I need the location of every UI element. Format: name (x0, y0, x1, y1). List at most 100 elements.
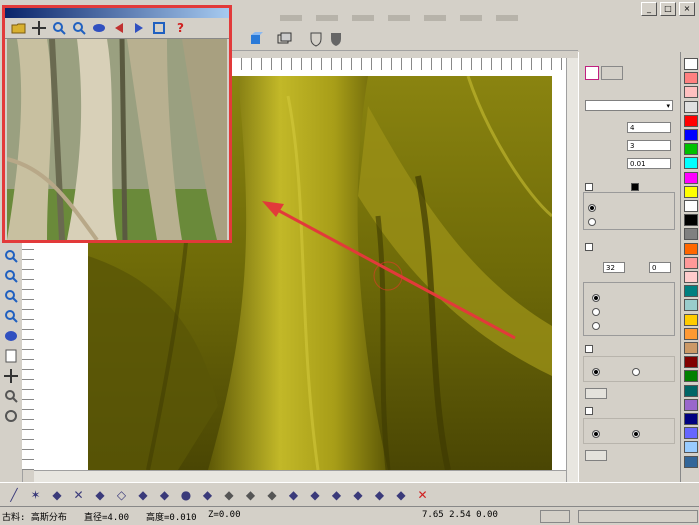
diameter-change-field[interactable] (585, 388, 607, 399)
apply-checkbox[interactable] (585, 242, 595, 251)
settings-tab[interactable] (601, 66, 623, 80)
pick2-icon[interactable]: ◆ (350, 487, 366, 503)
preview-photo (7, 39, 227, 240)
shape-checkbox[interactable] (631, 182, 641, 191)
delete-icon[interactable]: ✕ (415, 487, 431, 503)
pick-icon[interactable]: ◆ (329, 487, 345, 503)
color-swatch[interactable] (684, 413, 698, 425)
bend-icon[interactable]: ◆ (157, 487, 173, 503)
repeat-icon[interactable]: ◆ (372, 487, 388, 503)
fill2-icon[interactable]: ◆ (307, 487, 323, 503)
color-swatch[interactable] (684, 129, 698, 141)
height-field[interactable]: 0.01 (627, 158, 671, 169)
height-change-checkbox[interactable] (585, 406, 595, 415)
status-brush: 古料: 高斯分布 (2, 513, 67, 523)
color-swatch[interactable] (684, 143, 698, 156)
fill-icon[interactable]: ◆ (286, 487, 302, 503)
diameter-change-option-1[interactable] (592, 367, 602, 376)
status-z: Z=0.00 (208, 510, 241, 520)
brush-type-dropdown[interactable]: ▾ (585, 100, 673, 111)
color-swatch[interactable] (684, 86, 698, 99)
cross-icon[interactable]: ✕ (71, 487, 87, 503)
color-swatch[interactable] (684, 313, 698, 326)
spacing-field[interactable]: 32 (603, 262, 625, 273)
depth-field[interactable]: 0 (649, 262, 671, 273)
rotate-right-icon[interactable] (131, 20, 147, 36)
move-icon[interactable] (31, 20, 47, 36)
chevron-down-icon: ▾ (666, 102, 670, 110)
color-out-radio[interactable] (592, 321, 602, 330)
preview-toolbar: ? (5, 18, 229, 39)
color-swatch[interactable] (684, 427, 698, 440)
star-icon[interactable]: ✶ (28, 487, 44, 503)
pen-icon[interactable]: ╱ (6, 487, 22, 503)
color-swatch[interactable] (684, 242, 698, 255)
mesh2-icon[interactable]: ◆ (243, 487, 259, 503)
brush-tab-icon[interactable] (585, 66, 599, 80)
color-swatch[interactable] (684, 370, 698, 383)
dot-icon[interactable]: ● (178, 487, 194, 503)
diamond-icon[interactable]: ◇ (114, 487, 130, 503)
zoom-out-icon[interactable] (71, 20, 87, 36)
mesh-icon[interactable]: ◆ (221, 487, 237, 503)
color-swatch[interactable] (684, 384, 698, 397)
perpendicular-icon[interactable]: ◆ (135, 487, 151, 503)
height-change-group (583, 418, 675, 444)
spline-icon[interactable]: ◆ (200, 487, 216, 503)
open-icon[interactable] (11, 20, 27, 36)
status-bar: 古料: 高斯分布 直径=4.00 高度=0.010 Z=0.00 7.65 2.… (0, 506, 699, 525)
preview-window: ? (2, 5, 232, 243)
color-swatch[interactable] (684, 455, 698, 468)
color-swatch[interactable] (684, 342, 698, 354)
height-change-option-1[interactable] (592, 429, 602, 438)
color-swatch[interactable] (684, 100, 698, 113)
diameter-change-option-2[interactable] (632, 367, 642, 376)
status-diameter: 直径=4.00 (84, 513, 130, 523)
color-swatch[interactable] (684, 398, 698, 411)
color-swatch[interactable] (684, 441, 698, 454)
color-mode-group (583, 282, 675, 336)
pattern-radio[interactable] (588, 217, 598, 226)
color-swatch[interactable] (684, 200, 698, 212)
half-diameter-field[interactable]: 3 (627, 140, 671, 151)
diameter-field[interactable]: 4 (627, 122, 671, 133)
color-swatch[interactable] (684, 228, 698, 241)
hook-icon[interactable]: ◆ (92, 487, 108, 503)
status-coords: 7.65 2.54 0.00 (422, 510, 498, 520)
help-icon[interactable]: ? (177, 21, 184, 35)
random-checkbox[interactable] (585, 182, 595, 191)
height-change-field[interactable] (585, 450, 607, 461)
color-swatch[interactable] (684, 72, 698, 85)
bottom-toolbar: ╱ ✶ ◆ ✕ ◆ ◇ ◆ ◆ ● ◆ ◆ ◆ ◆ ◆ ◆ ◆ ◆ ◆ ◆ ✕ (0, 482, 699, 507)
color-swatch[interactable] (684, 356, 698, 369)
color-swatch[interactable] (684, 299, 698, 312)
color-swatch[interactable] (684, 58, 698, 70)
height-change-option-2[interactable] (632, 429, 642, 438)
color-swatch[interactable] (684, 114, 698, 127)
stack-radio[interactable] (588, 203, 598, 212)
color-swatch[interactable] (684, 185, 698, 198)
color-swatch[interactable] (684, 271, 698, 283)
curve-icon[interactable]: ◆ (49, 487, 65, 503)
fit-icon[interactable] (151, 20, 167, 36)
diameter-change-checkbox[interactable] (585, 344, 595, 353)
mesh3-icon[interactable]: ◆ (264, 487, 280, 503)
preview-title-bar (5, 8, 229, 18)
properties-panel: ▾ 4 3 0.01 32 0 (578, 52, 681, 482)
status-height: 高度=0.010 (146, 513, 197, 523)
rotate-left-icon[interactable] (111, 20, 127, 36)
status-cell (540, 510, 570, 523)
eye-icon[interactable] (91, 20, 107, 36)
color-swatch[interactable] (684, 327, 698, 340)
color-swatch[interactable] (684, 285, 698, 298)
color-swatch[interactable] (684, 256, 698, 269)
zoom-in-icon[interactable] (51, 20, 67, 36)
wand-icon[interactable]: ◆ (393, 487, 409, 503)
color-swatch[interactable] (684, 157, 698, 170)
color-swatch[interactable] (684, 171, 698, 184)
color-palette (680, 52, 699, 482)
diameter-change-group (583, 356, 675, 382)
color-none-radio[interactable] (592, 293, 602, 302)
color-swatch[interactable] (684, 214, 698, 227)
color-in-radio[interactable] (592, 307, 602, 316)
